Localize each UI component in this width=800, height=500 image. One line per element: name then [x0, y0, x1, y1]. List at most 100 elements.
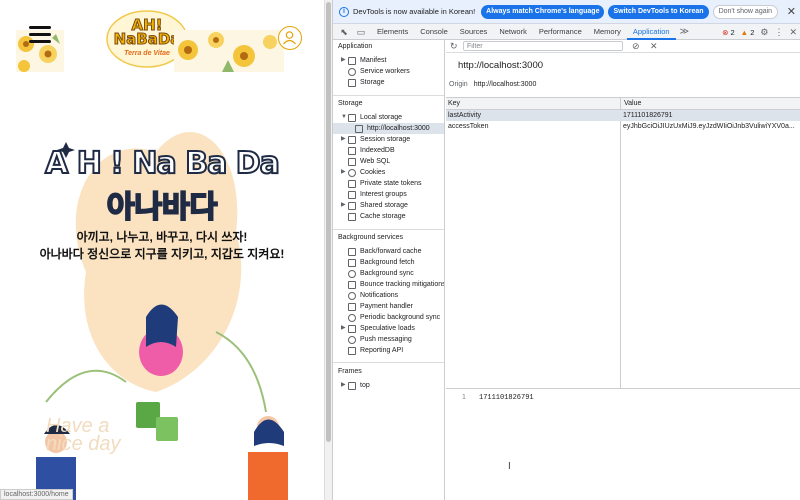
- tab-memory[interactable]: Memory: [588, 24, 627, 40]
- table-row[interactable]: lastActivity 1711101826791: [446, 110, 800, 121]
- more-options-icon[interactable]: ⋮: [774, 27, 783, 38]
- scrollbar-thumb[interactable]: [326, 2, 331, 442]
- filter-input[interactable]: [463, 41, 623, 51]
- sidebar-item-label: Cache storage: [360, 213, 406, 220]
- sidebar-item-speculative-loads[interactable]: ▶ Speculative loads: [333, 323, 444, 334]
- expand-arrow-icon[interactable]: ▶: [341, 323, 346, 334]
- column-header-label: Key: [448, 100, 461, 107]
- expand-arrow-icon[interactable]: ▶: [341, 167, 346, 178]
- table-icon: [348, 113, 356, 122]
- row-value: eyJhbGciOiJIUzUxMiJ9.eyJzdWIiOiJnb3Vuliw…: [623, 123, 795, 130]
- sidebar-item-session-storage[interactable]: ▶ Session storage: [333, 134, 444, 145]
- clear-all-icon[interactable]: ⊘: [632, 40, 640, 52]
- value-preview[interactable]: 1 1711101826791 I: [446, 389, 800, 500]
- sidebar-item-label: Local storage: [360, 114, 403, 121]
- tab-performance[interactable]: Performance: [533, 24, 588, 40]
- sidebar-item-local-storage[interactable]: ▼ Local storage: [333, 112, 444, 123]
- database-icon: [348, 247, 356, 256]
- sidebar-item-label: Back/forward cache: [360, 248, 422, 255]
- menu-icon[interactable]: [29, 26, 51, 44]
- database-icon: [348, 280, 356, 289]
- profile-avatar-icon[interactable]: [278, 26, 302, 50]
- column-divider[interactable]: [620, 110, 621, 389]
- switch-language-button[interactable]: Switch DevTools to Korean: [608, 4, 709, 19]
- sidebar-item-label: Private state tokens: [360, 180, 422, 187]
- gear-icon: [348, 67, 356, 76]
- collapse-arrow-icon[interactable]: ▼: [341, 112, 347, 123]
- section-divider: [333, 362, 444, 363]
- section-divider: [333, 229, 444, 230]
- sidebar-item-manifest[interactable]: ▶ Manifest: [333, 55, 444, 66]
- sidebar-item-background-sync[interactable]: Background sync: [333, 268, 444, 279]
- tab-network[interactable]: Network: [493, 24, 533, 40]
- settings-gear-icon[interactable]: ⚙: [760, 27, 768, 38]
- infobar-message: DevTools is now available in Korean!: [353, 7, 476, 16]
- warning-count[interactable]: ▲ 2: [741, 28, 755, 37]
- card-icon: [348, 302, 356, 311]
- close-devtools-icon[interactable]: ✕: [789, 27, 797, 38]
- hero-title-english: A H ! Na Ba Da: [44, 145, 281, 182]
- more-tabs-icon[interactable]: ≫: [676, 26, 693, 37]
- sidebar-item-indexeddb[interactable]: IndexedDB: [333, 145, 444, 156]
- sidebar-item-web-sql[interactable]: Web SQL: [333, 156, 444, 167]
- device-toolbar-icon[interactable]: ▭: [355, 26, 367, 38]
- database-icon: [348, 190, 356, 199]
- row-key: accessToken: [448, 123, 489, 130]
- page-scrollbar[interactable]: [324, 0, 332, 500]
- sidebar-item-payment-handler[interactable]: Payment handler: [333, 301, 444, 312]
- inspect-element-icon[interactable]: ⬉: [338, 26, 350, 38]
- row-value: 1711101826791: [623, 112, 673, 119]
- close-icon[interactable]: ✕: [787, 5, 796, 18]
- sidebar-item-label: http://localhost:3000: [367, 125, 430, 132]
- sidebar-item-service-workers[interactable]: Service workers: [333, 66, 444, 77]
- database-icon: [348, 201, 356, 210]
- sidebar-item-label: Background fetch: [360, 259, 415, 266]
- application-sidebar: Application ▶ Manifest Service workers S…: [333, 40, 445, 500]
- expand-arrow-icon[interactable]: ▶: [341, 200, 346, 211]
- sidebar-item-push-messaging[interactable]: Push messaging: [333, 334, 444, 345]
- sidebar-item-label: IndexedDB: [360, 147, 395, 154]
- sync-icon: [348, 269, 356, 278]
- expand-arrow-icon[interactable]: ▶: [341, 55, 346, 66]
- sidebar-item-periodic-sync[interactable]: Periodic background sync: [333, 312, 444, 323]
- column-header-value[interactable]: Value: [620, 98, 800, 109]
- tab-elements[interactable]: Elements: [371, 24, 414, 40]
- sidebar-item-localhost-origin[interactable]: http://localhost:3000: [333, 123, 444, 134]
- expand-arrow-icon[interactable]: ▶: [341, 380, 346, 391]
- sidebar-item-interest-groups[interactable]: Interest groups: [333, 189, 444, 200]
- sidebar-item-label: Bounce tracking mitigations: [360, 281, 445, 288]
- sidebar-item-private-state-tokens[interactable]: Private state tokens: [333, 178, 444, 189]
- tab-application[interactable]: Application: [626, 24, 676, 40]
- refresh-icon[interactable]: ↻: [450, 40, 458, 52]
- section-title-frames: Frames: [338, 368, 362, 375]
- sidebar-item-background-fetch[interactable]: Background fetch: [333, 257, 444, 268]
- section-title-background-services: Background services: [338, 234, 403, 241]
- storage-main-pane: ↻ ⊘ ✕ http://localhost:3000 Origin http:/…: [446, 40, 800, 500]
- sidebar-item-label: Manifest: [360, 57, 387, 64]
- expand-arrow-icon[interactable]: ▶: [341, 134, 346, 145]
- database-icon: [348, 78, 356, 87]
- row-key: lastActivity: [448, 112, 482, 119]
- delete-selected-icon[interactable]: ✕: [650, 40, 658, 52]
- sidebar-item-label: Background sync: [360, 270, 414, 277]
- sidebar-item-notifications[interactable]: Notifications: [333, 290, 444, 301]
- sidebar-item-frame-top[interactable]: ▶ top: [333, 380, 444, 391]
- section-title-storage: Storage: [338, 100, 363, 107]
- sidebar-item-cookies[interactable]: ▶ Cookies: [333, 167, 444, 178]
- tab-sources[interactable]: Sources: [454, 24, 494, 40]
- hero-tagline: 아끼고, 나누고, 바꾸고, 다시 쓰자!: [76, 230, 248, 244]
- dont-show-again-button[interactable]: Don't show again: [712, 4, 779, 19]
- sidebar-item-cache-storage[interactable]: Cache storage: [333, 211, 444, 222]
- table-row[interactable]: accessToken eyJhbGciOiJIUzUxMiJ9.eyJzdWI…: [446, 121, 800, 132]
- sidebar-item-bounce-tracking[interactable]: Bounce tracking mitigations: [333, 279, 445, 290]
- tab-console[interactable]: Console: [414, 24, 454, 40]
- sidebar-item-reporting-api[interactable]: Reporting API: [333, 345, 444, 356]
- column-header-key[interactable]: Key: [446, 98, 620, 109]
- sidebar-item-storage-overview[interactable]: Storage: [333, 77, 444, 88]
- match-language-button[interactable]: Always match Chrome's language: [481, 4, 605, 19]
- sidebar-item-back-forward-cache[interactable]: Back/forward cache: [333, 246, 444, 257]
- arrows-icon: [348, 258, 356, 267]
- error-count[interactable]: ⊗ 2: [722, 28, 735, 37]
- sidebar-item-shared-storage[interactable]: ▶ Shared storage: [333, 200, 444, 211]
- sidebar-item-label: Periodic background sync: [360, 314, 441, 321]
